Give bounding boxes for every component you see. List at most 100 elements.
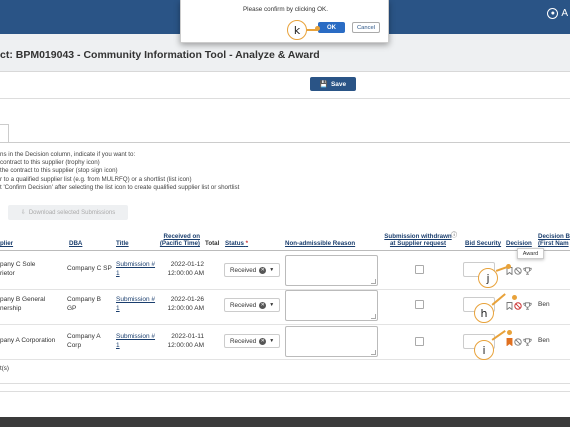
instruction-line: r to a qualified supplier list (e.g. fro… <box>0 175 192 183</box>
trophy-icon[interactable] <box>523 301 532 310</box>
annotation-marker-j: j <box>478 268 498 288</box>
dba-value: Company A Corp <box>67 333 101 350</box>
received-date: 2022-01-26 <box>170 296 204 303</box>
withdrawn-checkbox[interactable] <box>415 337 424 346</box>
column-header-dba[interactable]: DBA <box>69 240 82 247</box>
clear-icon[interactable]: ✕ <box>259 266 267 274</box>
column-header-non-admissible-reason[interactable]: Non-admissible Reason <box>285 240 355 247</box>
save-button[interactable]: 💾 Save <box>310 77 356 91</box>
account-menu[interactable]: ● A <box>547 8 568 19</box>
stop-sign-icon[interactable] <box>514 266 522 275</box>
column-header-total: Total <box>205 240 220 247</box>
stop-sign-icon-active[interactable] <box>514 301 522 310</box>
tab-divider <box>0 142 570 143</box>
column-header-submission-withdrawn[interactable]: Submission withdrawn at Supplier request <box>381 233 455 247</box>
award-tooltip: Award <box>517 248 544 259</box>
tab-stub[interactable] <box>0 124 9 142</box>
received-time: 12:00:00 AM <box>167 341 205 349</box>
submission-link-line2: 1 <box>116 304 120 312</box>
status-header-label: Status <box>225 240 244 247</box>
withdrawn-checkbox[interactable] <box>415 300 424 309</box>
status-select[interactable]: Received ✕ ▼ <box>224 263 280 277</box>
confirm-dialog: Please confirm by clicking OK. OK Cancel <box>180 0 389 43</box>
chevron-down-icon: ▼ <box>269 338 275 344</box>
received-datetime: 2022-01-26 12:00:00 AM <box>155 296 205 313</box>
supplier-name: pany C Sole rietor <box>0 261 35 278</box>
divider <box>0 391 570 392</box>
received-date: 2022-01-11 <box>171 333 204 340</box>
info-icon[interactable]: ⓘ <box>451 232 457 239</box>
column-header-decision-by[interactable]: Decision B (First Nam <box>538 233 570 247</box>
submission-link-line2: 1 <box>116 341 120 349</box>
column-header-received[interactable]: Received on (Pacific Time) <box>158 233 200 247</box>
column-header-supplier[interactable]: plier <box>0 240 13 247</box>
cancel-button[interactable]: Cancel <box>352 22 380 33</box>
instruction-line: contract to this supplier (trophy icon) <box>0 159 100 167</box>
status-select[interactable]: Received ✕ ▼ <box>224 334 280 348</box>
submission-link[interactable]: Submission # 1 <box>116 333 155 350</box>
withdrawn-checkbox[interactable] <box>415 265 424 274</box>
chevron-down-icon: ▼ <box>269 267 275 273</box>
submission-link[interactable]: Submission # 1 <box>116 261 155 278</box>
received-date: 2022-01-12 <box>170 261 204 268</box>
annotation-dot-h <box>512 295 517 300</box>
supplier-line2: nership <box>0 304 22 312</box>
decision-icons <box>506 301 532 310</box>
column-header-decision[interactable]: Decision <box>506 240 532 247</box>
column-header-status[interactable]: Status * <box>225 240 248 247</box>
dba-value: Company B GP <box>67 296 101 313</box>
header-divider <box>0 250 570 251</box>
supplier-name: pany B General nership <box>0 296 45 313</box>
submission-link-line2: 1 <box>116 269 120 277</box>
trophy-icon[interactable] <box>523 266 532 275</box>
non-admissible-reason-input[interactable] <box>285 326 378 357</box>
received-datetime: 2022-01-12 12:00:00 AM <box>155 261 205 278</box>
dba-line1: Company B <box>67 296 101 303</box>
clear-icon[interactable]: ✕ <box>259 301 267 309</box>
submission-link-line1: Submission # <box>116 296 156 303</box>
submission-link-line1: Submission # <box>116 261 156 268</box>
supplier-line2: rietor <box>0 269 15 277</box>
save-icon: 💾 <box>319 81 328 88</box>
non-admissible-reason-input[interactable] <box>285 290 378 321</box>
chevron-down-icon: ▼ <box>269 302 275 308</box>
accessibility-icon: ● <box>547 8 559 19</box>
annotation-marker-k: k <box>287 20 307 40</box>
received-time: 12:00:00 AM <box>167 269 205 277</box>
download-icon: ⇩ <box>20 210 26 216</box>
supplier-name: pany A Corporation <box>0 337 56 344</box>
dba-line2: Corp <box>67 341 82 349</box>
received-datetime: 2022-01-11 12:00:00 AM <box>155 333 205 350</box>
trophy-icon[interactable] <box>523 337 532 346</box>
received-header-line2: (Pacific Time) <box>159 240 200 247</box>
page-footer <box>0 417 570 427</box>
instruction-line: t 'Confirm Decision' after selecting the… <box>0 183 240 191</box>
dba-line2: GP <box>67 304 77 312</box>
decision-instructions: ns in the Decision column, indicate if y… <box>0 151 239 192</box>
divider <box>0 383 570 384</box>
shortlist-flag-icon-active[interactable] <box>506 337 513 346</box>
download-label: Download selected Submissions <box>28 209 116 216</box>
supplier-line1: pany C Sole <box>0 261 36 268</box>
status-value: Received <box>230 301 257 309</box>
ok-button[interactable]: OK <box>318 22 345 33</box>
submission-link[interactable]: Submission # 1 <box>116 296 155 313</box>
stop-sign-icon[interactable] <box>514 337 522 346</box>
clear-icon[interactable]: ✕ <box>259 337 267 345</box>
annotation-dot-i <box>507 330 512 335</box>
shortlist-flag-icon[interactable] <box>506 301 513 310</box>
dba-line1: Company A <box>67 333 101 340</box>
column-header-title[interactable]: Title <box>116 240 129 247</box>
received-header-line1: Received on <box>163 233 200 240</box>
account-initial: A <box>561 8 568 19</box>
non-admissible-reason-input[interactable] <box>285 255 378 286</box>
withdrawn-header-line1: Submission withdrawn <box>384 233 452 240</box>
decision-by-value: Ben <box>538 337 550 344</box>
download-selected-submissions-button[interactable]: ⇩ Download selected Submissions <box>8 205 128 220</box>
page-title: ct: BPM019043 - Community Information To… <box>0 49 320 61</box>
column-header-bid-security[interactable]: Bid Security <box>465 240 501 247</box>
divider <box>0 98 570 99</box>
status-select[interactable]: Received ✕ ▼ <box>224 298 280 312</box>
status-value: Received <box>230 337 257 345</box>
received-time: 12:00:00 AM <box>167 304 205 312</box>
